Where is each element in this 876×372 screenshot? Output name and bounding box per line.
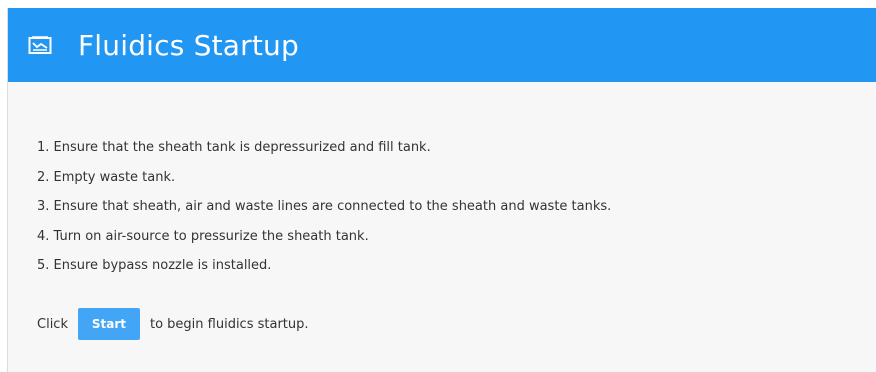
fluidics-panel-icon: [28, 35, 52, 55]
start-prompt: Click Start to begin fluidics startup.: [37, 308, 309, 340]
dialog-title: Fluidics Startup: [78, 28, 299, 62]
step-item: 1. Ensure that the sheath tank is depres…: [37, 140, 431, 155]
start-prefix: Click: [37, 316, 68, 332]
step-item: 2. Empty waste tank.: [37, 169, 176, 185]
start-button[interactable]: Start: [77, 308, 140, 340]
fluidics-startup-dialog: Fluidics Startup 1. Ensure that the shea…: [7, 8, 876, 372]
dialog-header: Fluidics Startup: [8, 8, 876, 82]
start-suffix: to begin fluidics startup.: [149, 316, 309, 332]
step-item: 5. Ensure bypass nozzle is installed.: [37, 258, 272, 274]
instructions: 1. Ensure that the sheath tank is depres…: [37, 138, 856, 286]
step-item: 4. Turn on air-source to pressurize the …: [37, 228, 369, 244]
steps-list: 1. Ensure that the sheath tank is depres…: [37, 138, 856, 286]
step-item: 3. Ensure that sheath, air and waste lin…: [37, 199, 612, 215]
